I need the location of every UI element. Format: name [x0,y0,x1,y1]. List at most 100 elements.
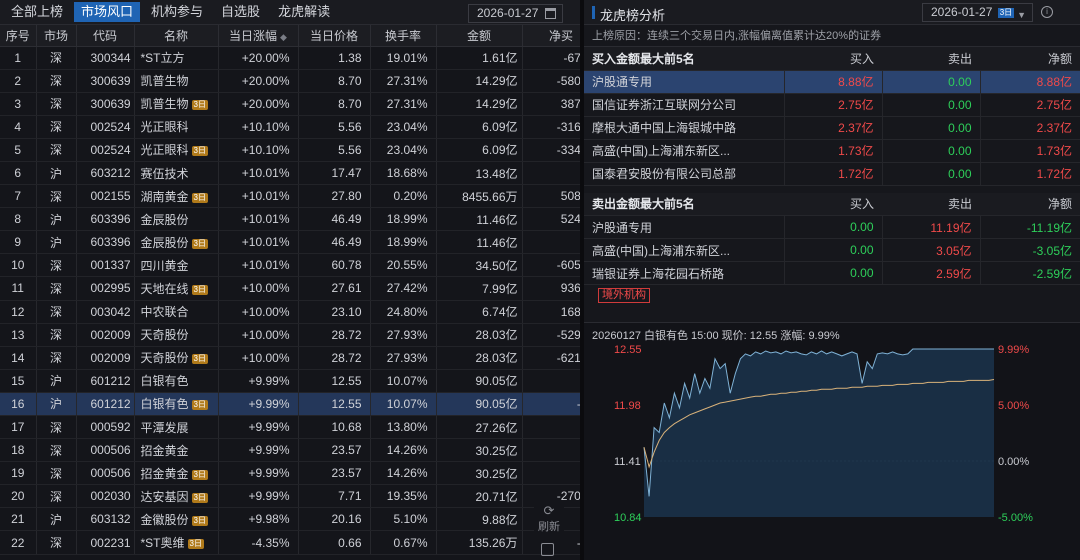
tab-all[interactable]: 全部上榜 [4,2,70,22]
cell-netbuy: -678.0 [522,46,580,70]
col-market[interactable]: 市场 [36,25,77,47]
table-row[interactable]: 9沪603396金辰股份3日+10.01%46.4918.99%11.46亿1.… [0,230,580,255]
cell-index: 9 [0,230,37,255]
cell-code: 000592 [76,415,135,440]
seat-row[interactable]: 瑞银证券上海花园石桥路 0.00 2.59亿 -2.59亿 [584,261,1080,285]
cell-change: +9.99% [218,438,299,463]
seat-sell: 0.00 [881,116,980,140]
date-picker[interactable]: 2026-01-27 [468,4,563,23]
col-amount[interactable]: 金额 [436,25,523,47]
date-value: 2026-01-27 [477,6,539,20]
seat-net: -3.05亿 [979,238,1080,262]
table-row[interactable]: 21沪603132金徽股份3日+9.98%20.165.10%9.88亿1.9 [0,507,580,532]
cell-turnover: 27.31% [370,92,437,116]
stock-name: *ST立方 [140,51,185,66]
info-icon[interactable]: i [1041,6,1053,18]
stock-name: 金辰股份 [140,235,189,250]
y-tick-right: 5.00% [998,400,1029,412]
foreign-institution-tag: 境外机构 [598,288,650,303]
cell-code: 300639 [76,92,135,116]
cell-netbuy: -3163.7 [522,115,580,139]
col-price[interactable]: 当日价格 [298,25,371,47]
col-change[interactable]: 当日涨幅 ◆ [218,25,299,47]
table-row[interactable]: 3 深 300639 凯普生物 3日 +20.00% 8.70 27.31% 14.29亿 387… [0,92,580,116]
buy-col-net: 净额 [980,47,1080,71]
col-name[interactable]: 名称 [134,25,219,47]
cell-netbuy: 1.6 [522,438,580,463]
period-badge: 3日 [191,192,208,203]
cell-market: 深 [36,69,77,93]
cell-change: +10.10% [218,115,299,139]
seat-buy: 2.75亿 [783,93,882,117]
table-row[interactable]: 10 深 001337 四川黄金 +10.01% 60.78 20.55% 34.50亿 -60… [0,253,580,278]
tab-interpretation[interactable]: 龙虎解读 [271,2,337,22]
cell-netbuy: -5290.3 [522,323,580,347]
cell-market: 深 [36,300,77,324]
cell-price: 46.49 [298,207,371,232]
table-row[interactable]: 5深002524光正眼科3日+10.10%5.5623.04%6.09亿-334… [0,138,580,162]
refresh-icon: ⟳ [543,503,555,518]
cell-market: 深 [36,92,77,116]
table-row[interactable]: 4深002524 光正眼科 +10.10%5.5623.04%6.09亿-3163.… [0,115,580,139]
tab-institution[interactable]: 机构参与 [144,2,210,22]
seat-net: 2.75亿 [979,93,1080,117]
col-code[interactable]: 代码 [76,25,135,47]
table-row[interactable]: 14 深 002009 天奇股份 3日 +10.00% 28.72 27.93% 28.03亿 -… [0,346,580,370]
table-row[interactable]: 16沪601212白银有色3日+9.99%12.5510.07%90.05亿-3… [0,392,580,417]
table-row[interactable]: 12深003042 中农联合 +10.00%23.1024.80%6.74亿1686… [0,300,580,324]
cell-name: 达安基因 3日 [134,484,219,509]
seat-row[interactable]: 国信证券浙江互联网分公司 2.75亿 0.00 2.75亿 [584,93,1080,117]
table-row[interactable]: 2深300639 凯普生物 +20.00%8.7027.31%14.29亿-5803… [0,69,580,93]
cell-amount: 90.05亿 [436,392,523,417]
seat-row[interactable]: 沪股通专用 8.88亿 0.00 8.88亿 [584,70,1080,94]
y-tick-left: 10.84 [614,512,642,524]
cell-price: 12.55 [298,369,371,393]
col-turnover[interactable]: 换手率 [370,25,437,47]
cell-amount: 6.09亿 [436,138,523,162]
col-netbuy[interactable]: 净买 [522,25,580,47]
cell-code: 002030 [76,484,135,509]
stock-name: 达安基因 [140,489,189,504]
panel-date-select[interactable]: 2026-01-27 3日 ▼ [922,3,1033,22]
cell-index: 7 [0,184,37,209]
period-badge: 3日 [997,8,1015,18]
table-row[interactable]: 6沪603212 赛伍技术 +10.01%17.4718.68%13.48亿1.3 [0,161,580,186]
edit-icon[interactable] [541,543,554,556]
table-row[interactable]: 18深000506 招金黄金 +9.99%23.5714.26%30.25亿1.6 [0,438,580,463]
table-row[interactable]: 17深000592 平潭发展 +9.99%10.6813.80%27.26亿9.3 [0,415,580,440]
seat-row[interactable]: 沪股通专用 0.00 11.19亿 -11.19亿 [584,215,1080,239]
seat-row[interactable]: 高盛(中国)上海浦东新区... 1.73亿 0.00 1.73亿 [584,139,1080,163]
stock-name: 金辰股份 [140,212,189,227]
seat-row[interactable]: 国泰君安股份有限公司总部 1.72亿 0.00 1.72亿 [584,162,1080,186]
cell-turnover: 0.67% [370,530,437,555]
cell-turnover: 19.35% [370,484,437,509]
table-row[interactable]: 7 深 002155 湖南黄金 3日 +10.01% 27.80 0.20% 8455.66万 5… [0,184,580,209]
table-row[interactable]: 8沪603396 金辰股份 +10.01%46.4918.99%11.46亿5249… [0,207,580,232]
seat-buy: 2.37亿 [783,116,882,140]
col-index[interactable]: 序号 [0,25,37,47]
seat-name: 沪股通专用 [584,215,784,239]
cell-code: 002009 [76,346,135,370]
table-row[interactable]: 11 深 002995 天地在线 3日 +10.00% 27.61 27.42% 7.99亿 93… [0,276,580,301]
col-change-label: 当日涨幅 [229,28,278,43]
tab-market-trend[interactable]: 市场风口 [74,2,141,22]
refresh-button[interactable]: ⟳ 刷新 [534,504,564,534]
seat-row[interactable]: 摩根大通中国上海银城中路 2.37亿 0.00 2.37亿 [584,116,1080,140]
cell-name: 四川黄金 [134,253,219,278]
tab-watchlist[interactable]: 自选股 [214,2,267,22]
table-row[interactable]: 20 深 002030 达安基因 3日 +9.99% 7.71 19.35% 20.71亿 -27… [0,484,580,509]
table-row[interactable]: 15沪601212 白银有色 +9.99%12.5510.07%90.05亿1.9 [0,369,580,393]
cell-index: 19 [0,461,37,486]
table-row[interactable]: 22深002231*ST奥维3日-4.35%0.660.67%135.26万-9… [0,530,580,555]
cell-amount: 14.29亿 [436,69,523,93]
cell-market: 深 [36,138,77,162]
table-row[interactable]: 19深000506招金黄金3日+9.99%23.5714.26%30.25亿3.… [0,461,580,486]
cell-amount: 9.88亿 [436,507,523,532]
table-row[interactable]: 13 深 002009 天奇股份 +10.00% 28.72 27.93% 28.03亿 -52… [0,323,580,347]
stock-name: 白银有色 [140,397,189,412]
seat-row[interactable]: 高盛(中国)上海浦东新区... 0.00 3.05亿 -3.05亿 [584,238,1080,262]
buy-top5-table: 买入金额最大前5名 买入 卖出 净额 沪股通专用 8.88亿 0.00 8.88亿 国信… [584,47,1080,186]
cell-change: -4.35% [218,530,299,555]
seat-sell: 11.19亿 [881,215,980,239]
table-row[interactable]: 1深300344 *ST立方 +20.00%1.3819.01%1.61亿-678.… [0,46,580,70]
